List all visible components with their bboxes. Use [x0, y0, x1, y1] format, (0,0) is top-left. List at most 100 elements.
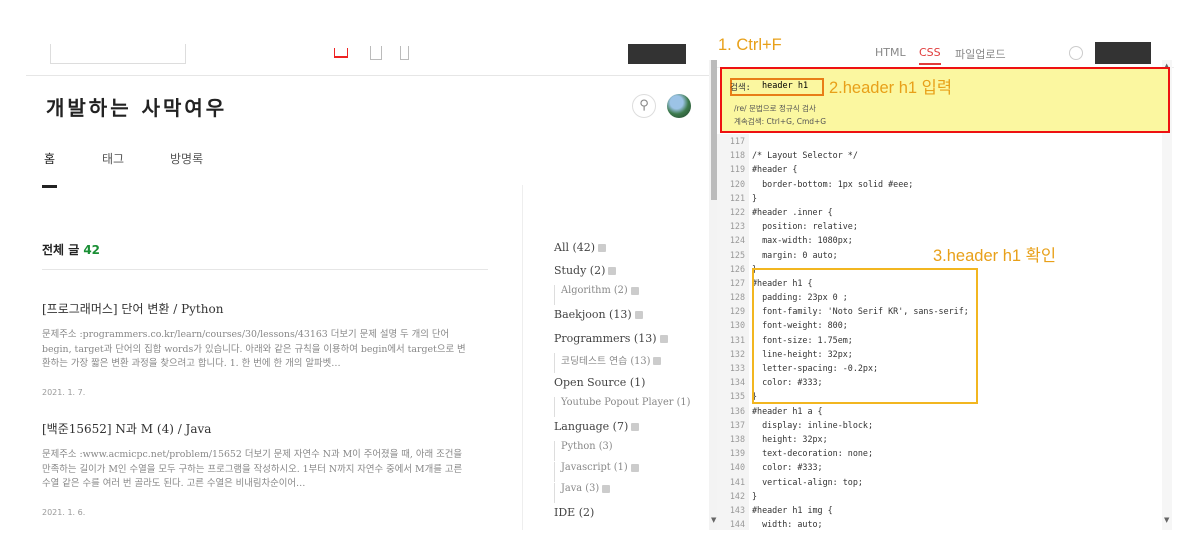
category-item[interactable]: All (42) — [554, 241, 719, 264]
tab-css[interactable]: CSS — [919, 46, 941, 65]
desktop-view-icon[interactable] — [334, 48, 348, 58]
code-line[interactable]: 121} — [717, 190, 1157, 205]
category-item[interactable]: Study (2) — [554, 264, 719, 287]
mobile-view-icon[interactable] — [400, 46, 409, 60]
category-label[interactable]: 코딩테스트 연습 (13) — [561, 356, 650, 367]
list-item[interactable]: [백준15652] N과 M (4) / Java 문제주소 :www.acmi… — [42, 420, 470, 517]
code-line[interactable]: 122 #header .inner { — [717, 204, 1157, 220]
code-text[interactable]: border-bottom: 1px solid #eee; — [749, 179, 913, 189]
divider — [42, 269, 488, 270]
code-text[interactable]: position: relative; — [749, 221, 858, 231]
category-item[interactable]: Programmers (13) — [554, 332, 719, 355]
category-item[interactable]: 코딩테스트 연습 (13) — [554, 352, 719, 373]
line-number: 128 — [717, 290, 749, 305]
code-text[interactable]: } — [749, 193, 757, 203]
search-input[interactable]: header h1 — [762, 81, 808, 91]
category-label[interactable]: Open Source (1) — [554, 376, 645, 389]
code-line[interactable]: 138 height: 32px; — [717, 431, 1157, 447]
category-item[interactable]: Baekjoon (13) — [554, 308, 719, 331]
search-hint-next: 계속검색: Ctrl+G, Cmd+G — [734, 117, 827, 126]
category-label[interactable]: Algorithm (2) — [561, 285, 628, 296]
category-label[interactable]: Python (3) — [561, 441, 613, 452]
code-text[interactable]: max-width: 1080px; — [749, 235, 853, 245]
category-label[interactable]: Programmers (13) — [554, 332, 657, 345]
scroll-down-icon[interactable]: ▼ — [711, 516, 716, 524]
avatar[interactable] — [667, 94, 691, 118]
category-item[interactable]: Youtube Popout Player (1) — [554, 396, 719, 417]
category-item[interactable]: Algorithm (2) — [554, 285, 719, 306]
blog-preview-pane: 개발하는 사막여우 ⚲ 홈 태그 방명록 전체 글 42 [프로그래머스] 단어 … — [26, 40, 720, 530]
code-text[interactable]: height: 32px; — [749, 434, 828, 444]
search-hint-regex: /re/ 문법으로 정규식 검사 — [734, 104, 816, 113]
code-line[interactable]: 144 width: auto; — [717, 517, 1157, 530]
new-badge-icon — [598, 244, 607, 252]
tablet-view-icon[interactable] — [370, 46, 382, 60]
post-title[interactable]: [프로그래머스] 단어 변환 / Python — [42, 300, 470, 317]
code-line[interactable]: 137 display: inline-block; — [717, 417, 1157, 432]
new-badge-icon — [630, 463, 639, 472]
search-icon[interactable]: ⚲ — [632, 94, 656, 118]
nav-guestbook[interactable]: 방명록 — [170, 150, 203, 167]
line-number: 141 — [717, 474, 749, 489]
code-text[interactable]: #header h1 img { — [749, 505, 833, 515]
category-label[interactable]: Youtube Popout Player (1) — [561, 397, 690, 408]
line-number: 120 — [717, 176, 749, 191]
code-text[interactable]: } — [749, 491, 757, 501]
code-line[interactable]: 119 #header { — [717, 162, 1157, 177]
nav-tag[interactable]: 태그 — [102, 150, 124, 167]
code-text[interactable]: color: #333; — [749, 462, 823, 472]
category-item[interactable]: Javascript (1) — [554, 462, 719, 483]
code-line[interactable]: 143 #header h1 img { — [717, 502, 1157, 518]
category-item[interactable]: Language (7) — [554, 420, 719, 443]
code-text[interactable]: width: auto; — [749, 519, 823, 529]
code-text[interactable]: display: inline-block; — [749, 420, 873, 430]
category-item[interactable]: Open Source (1) — [554, 376, 719, 399]
new-badge-icon — [659, 334, 668, 343]
code-text[interactable]: #header { — [749, 164, 797, 174]
new-badge-icon — [653, 357, 662, 366]
category-item[interactable]: IDE (2) — [554, 506, 719, 529]
category-item[interactable]: Python (3) — [554, 441, 719, 462]
code-line[interactable]: 123 position: relative; — [717, 219, 1157, 234]
blog-title[interactable]: 개발하는 사막여우 — [46, 92, 227, 121]
category-label[interactable]: All (42) — [554, 241, 595, 254]
code-line[interactable]: 139 text-decoration: none; — [717, 446, 1157, 461]
code-line[interactable]: 140 color: #333; — [717, 460, 1157, 475]
code-line[interactable]: 120 border-bottom: 1px solid #eee; — [717, 176, 1157, 191]
code-text[interactable]: /* Layout Selector */ — [749, 150, 858, 160]
line-number: 121 — [717, 190, 749, 205]
code-line[interactable]: 118/* Layout Selector */ — [717, 148, 1157, 163]
list-item[interactable]: [프로그래머스] 단어 변환 / Python 문제주소 :programmer… — [42, 300, 470, 397]
scroll-down-icon[interactable]: ▼ — [1164, 516, 1169, 524]
post-title[interactable]: [백준15652] N과 M (4) / Java — [42, 420, 470, 437]
code-line[interactable]: 117 — [717, 134, 1157, 149]
category-label[interactable]: Java (3) — [561, 483, 599, 494]
toolbar-action-button[interactable] — [628, 44, 686, 64]
code-text[interactable]: text-decoration: none; — [749, 448, 873, 458]
category-label[interactable]: Language (7) — [554, 420, 628, 433]
annotation-step-3: 3.header h1 확인 — [933, 247, 1057, 265]
category-label[interactable]: Study (2) — [554, 264, 605, 277]
tab-html[interactable]: HTML — [875, 46, 906, 59]
category-label[interactable]: Javascript (1) — [561, 462, 628, 473]
category-item[interactable]: Java (3) — [554, 483, 719, 504]
code-line[interactable]: 141 vertical-align: top; — [717, 474, 1157, 489]
line-number: 118 — [717, 148, 749, 163]
code-text[interactable]: vertical-align: top; — [749, 477, 863, 487]
category-label[interactable]: Baekjoon (13) — [554, 308, 632, 321]
nav-home[interactable]: 홈 — [42, 150, 58, 188]
help-icon[interactable] — [1069, 46, 1083, 60]
code-text[interactable]: #header h1 a { — [749, 406, 823, 416]
code-text[interactable] — [749, 136, 752, 146]
toolbar-input[interactable] — [50, 44, 186, 64]
code-line[interactable]: 136 #header h1 a { — [717, 403, 1157, 418]
code-text[interactable]: #header .inner { — [749, 207, 833, 217]
tab-file-upload[interactable]: 파일업로드 — [955, 46, 1006, 62]
new-badge-icon — [602, 484, 611, 493]
code-text[interactable]: margin: 0 auto; — [749, 250, 838, 260]
code-line[interactable]: 142} — [717, 488, 1157, 503]
post-excerpt: 문제주소 :programmers.co.kr/learn/courses/30… — [42, 329, 466, 370]
apply-button[interactable] — [1095, 42, 1151, 64]
category-label[interactable]: IDE (2) — [554, 506, 594, 519]
line-number: 135 — [717, 389, 749, 404]
